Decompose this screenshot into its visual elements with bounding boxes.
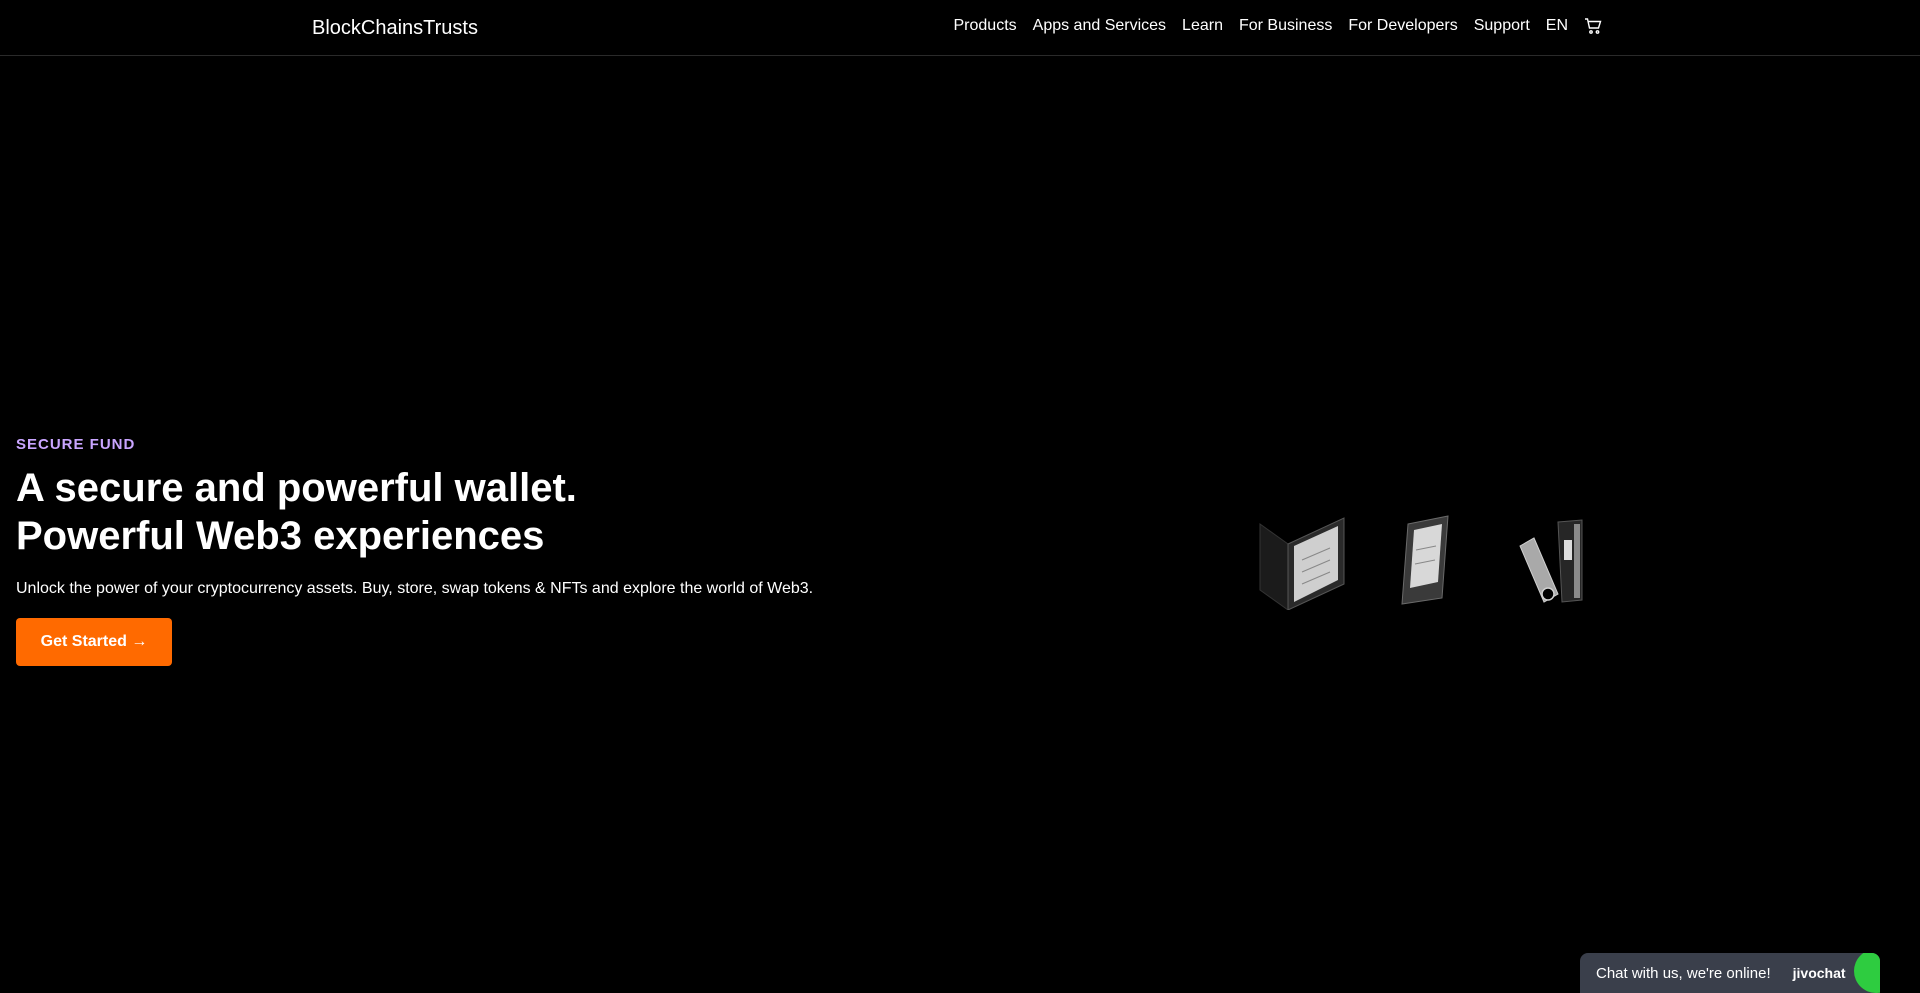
chat-prompt-text: Chat with us, we're online! xyxy=(1596,964,1771,982)
nav-link-for-developers[interactable]: For Developers xyxy=(1348,17,1457,35)
hero-headline-line-1: A secure and powerful wallet. xyxy=(16,466,577,510)
nav-link-support[interactable]: Support xyxy=(1474,17,1530,35)
top-navigation-bar: BlockChainsTrusts Products Apps and Serv… xyxy=(0,0,1920,56)
live-chat-widget[interactable]: Chat with us, we're online! jivochat xyxy=(1580,953,1880,993)
cart-icon[interactable] xyxy=(1584,17,1602,35)
hero-headline: A secure and powerful wallet. Powerful W… xyxy=(16,464,896,560)
nav-link-learn[interactable]: Learn xyxy=(1182,17,1223,35)
wallet-device-usb-stick xyxy=(1519,519,1583,603)
hero-section: SECURE FUND A secure and powerful wallet… xyxy=(16,436,896,666)
wallet-device-touchscreen xyxy=(1401,515,1449,605)
hero-subtext: Unlock the power of your cryptocurrency … xyxy=(16,580,814,597)
nav-link-products[interactable]: Products xyxy=(954,17,1017,35)
wallet-device-folding xyxy=(1259,517,1345,611)
main-nav: Products Apps and Services Learn For Bus… xyxy=(954,17,1603,35)
hero-headline-line-2: Powerful Web3 experiences xyxy=(16,514,545,558)
chat-status-icon xyxy=(1854,953,1880,993)
hardware-wallet-devices-image xyxy=(1258,510,1588,611)
language-selector[interactable]: EN xyxy=(1546,17,1568,35)
hero-eyebrow: SECURE FUND xyxy=(16,436,136,453)
nav-link-apps-and-services[interactable]: Apps and Services xyxy=(1033,17,1166,35)
nav-link-for-business[interactable]: For Business xyxy=(1239,17,1332,35)
brand-logo-link[interactable]: BlockChainsTrusts xyxy=(312,17,478,40)
get-started-button[interactable]: Get Started → xyxy=(16,618,172,666)
jivochat-logo: jivochat xyxy=(1792,965,1846,981)
